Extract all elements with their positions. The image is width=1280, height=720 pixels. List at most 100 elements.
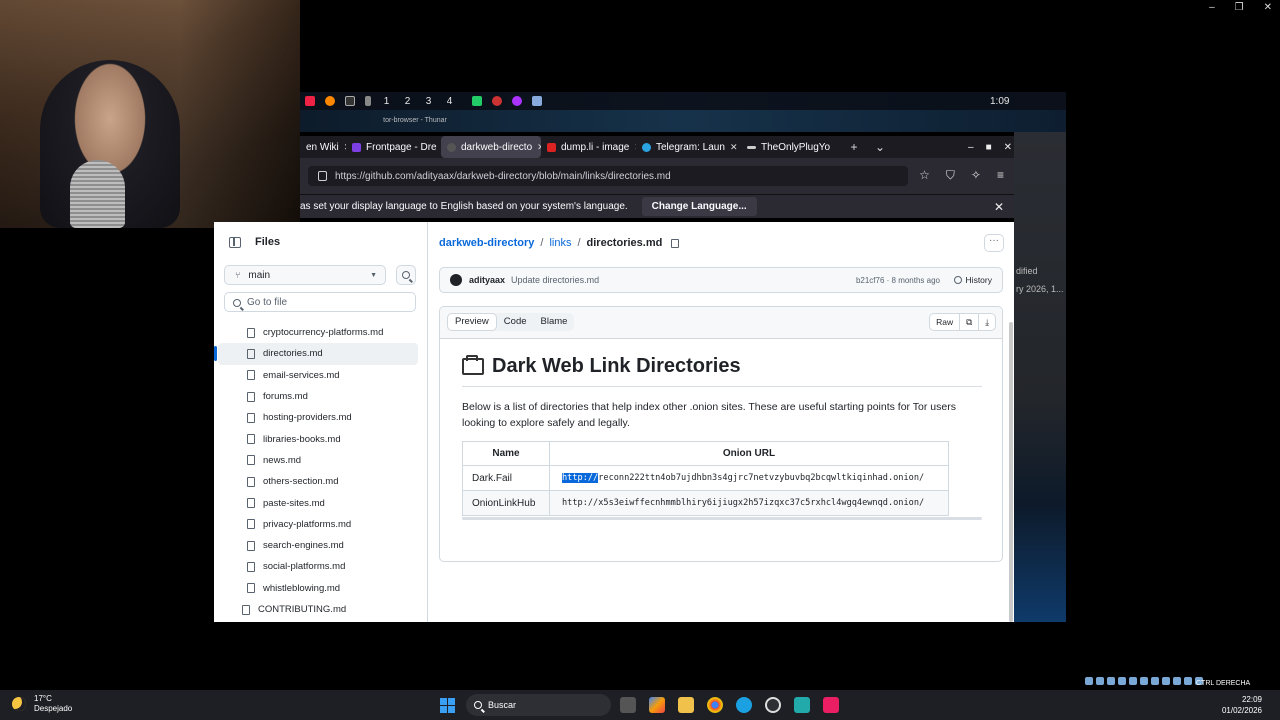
commit-message[interactable]: Update directories.md [511,275,599,285]
go-to-file-placeholder: Go to file [247,296,288,308]
new-tab-button[interactable]: + [841,140,867,154]
edge-icon[interactable] [736,697,752,713]
url-field[interactable]: https://github.com/adityaax/darkweb-dire… [308,166,908,186]
lock-icon[interactable] [318,171,327,181]
vs-code-icon[interactable] [794,697,810,713]
file-explorer-icon[interactable] [678,697,694,713]
column-header-url: Onion URL [549,441,949,466]
tab-darkweb-directory[interactable]: darkweb-directo ✕ [441,136,541,158]
settings-icon[interactable] [765,697,781,713]
tab-wiki[interactable]: en Wiki ✕ [300,136,346,158]
row-url[interactable]: http://reconn222ttn4ob7ujdhbn3s4gjrc7net… [549,465,949,491]
game-icon[interactable] [492,96,502,106]
tree-item[interactable]: search-engines.md [214,535,428,556]
restore-icon[interactable]: ❐ [1235,2,1244,13]
horizontal-scrollbar[interactable] [462,517,982,520]
tree-item[interactable]: cryptocurrency-platforms.md [214,322,428,343]
raw-button[interactable]: Raw [930,314,961,330]
folder-icon[interactable] [532,96,542,106]
workspace-3[interactable]: 3 [418,96,439,107]
tray-app-icon[interactable] [1151,677,1159,685]
close-icon[interactable]: ✕ [1004,142,1012,153]
weather-widget[interactable]: 17°C Despejado [12,694,72,714]
shield-icon[interactable]: ⛉ [946,168,955,183]
tree-item[interactable]: whistleblowing.md [214,578,428,599]
tab-frontpage[interactable]: Frontpage - Dre ✕ [346,136,441,158]
history-button[interactable]: History [953,275,992,285]
tree-item[interactable]: others-section.md [214,471,428,492]
tab-list-button[interactable]: ⌄ [867,140,893,154]
breadcrumb-folder-link[interactable]: links [549,237,571,249]
minimize-icon[interactable]: – [968,142,974,153]
taskbar-search[interactable]: Buscar [466,694,611,716]
workspace-2[interactable]: 2 [397,96,418,107]
close-tab-icon[interactable]: ✕ [730,142,738,153]
go-to-file-input[interactable]: Go to file [224,292,416,312]
tree-item[interactable]: email-services.md [214,365,428,386]
tray-app-icon[interactable] [1085,677,1093,685]
copy-path-icon[interactable] [671,238,680,248]
tab-code[interactable]: Code [497,313,534,331]
tab-telegram[interactable]: Telegram: Laun ✕ [636,136,741,158]
menu-icon[interactable]: ≡ [997,168,1004,183]
row-url[interactable]: http://x5s3eiwffecnhmmblhiry6ijiugx2h57i… [549,490,949,516]
system-clock[interactable]: 22:09 01/02/2026 [1222,694,1262,716]
tree-item-label: social-platforms.md [263,561,346,573]
firefox-icon[interactable] [325,96,335,106]
terminal-icon[interactable] [345,96,355,106]
tree-item[interactable]: hosting-providers.md [214,407,428,428]
change-language-button[interactable]: Change Language... [641,197,757,216]
tab-theonlyplug[interactable]: TheOnlyPlugYo [741,136,841,158]
tree-item[interactable]: paste-sites.md [214,492,428,513]
tree-item[interactable]: privacy-platforms.md [214,514,428,535]
maximize-icon[interactable]: ■ [986,142,992,153]
chrome-icon[interactable] [707,697,723,713]
readme-title: Dark Web Link Directories [492,355,741,377]
tray-app-icon[interactable] [1173,677,1181,685]
task-view-icon[interactable] [620,697,636,713]
file-icon [242,604,250,615]
bookmark-star-icon[interactable]: ☆ [919,168,930,183]
tree-item-root[interactable]: CONTRIBUTING.md [214,599,428,620]
copilot-icon[interactable] [649,697,665,713]
breadcrumb-repo-link[interactable]: darkweb-directory [439,237,534,249]
close-icon[interactable]: ✕ [1264,2,1272,13]
page-scrollbar[interactable] [1009,322,1013,622]
screen-recorder-icon[interactable] [823,697,839,713]
tray-app-icon[interactable] [1107,677,1115,685]
tab-preview[interactable]: Preview [447,313,497,331]
tab-blame[interactable]: Blame [534,313,575,331]
more-options-button[interactable]: ··· [984,234,1004,252]
tree-item-selected[interactable]: directories.md [214,343,418,365]
tray-app-icon[interactable] [1129,677,1137,685]
minimize-icon[interactable]: – [1209,2,1215,13]
tray-app-icon[interactable] [1162,677,1170,685]
commit-author[interactable]: adityaax [469,275,505,285]
branch-selector[interactable]: ⑂ main ▼ [224,265,386,285]
spreadsheet-icon[interactable] [472,96,482,106]
sidebar-toggle-icon[interactable] [229,236,241,248]
tray-app-icon[interactable] [1096,677,1104,685]
tray-app-icon[interactable] [1140,677,1148,685]
tray-app-icon[interactable] [1184,677,1192,685]
tree-item[interactable]: forums.md [214,386,428,407]
window-icon[interactable] [365,96,371,106]
start-button[interactable] [440,698,455,713]
download-icon[interactable]: ⤓ [979,314,995,330]
tree-item[interactable]: news.md [214,450,428,471]
avatar[interactable] [450,274,462,286]
tree-item[interactable]: social-platforms.md [214,556,428,577]
app-icon[interactable] [305,96,315,106]
tree-item[interactable]: libraries-books.md [214,428,428,449]
extensions-icon[interactable]: ✧ [971,168,981,183]
tray-app-icon[interactable] [1118,677,1126,685]
tab-dump[interactable]: dump.li - image ✕ [541,136,636,158]
workspace-1[interactable]: 1 [376,96,397,107]
windows-logo-icon [440,706,447,713]
tor-icon[interactable] [512,96,522,106]
background-window-date: ry 2026, 1... [1016,284,1064,294]
close-icon[interactable]: ✕ [994,200,1004,214]
copy-icon[interactable]: ⧉ [960,314,980,330]
workspace-4[interactable]: 4 [439,96,460,107]
search-button[interactable] [396,265,416,285]
